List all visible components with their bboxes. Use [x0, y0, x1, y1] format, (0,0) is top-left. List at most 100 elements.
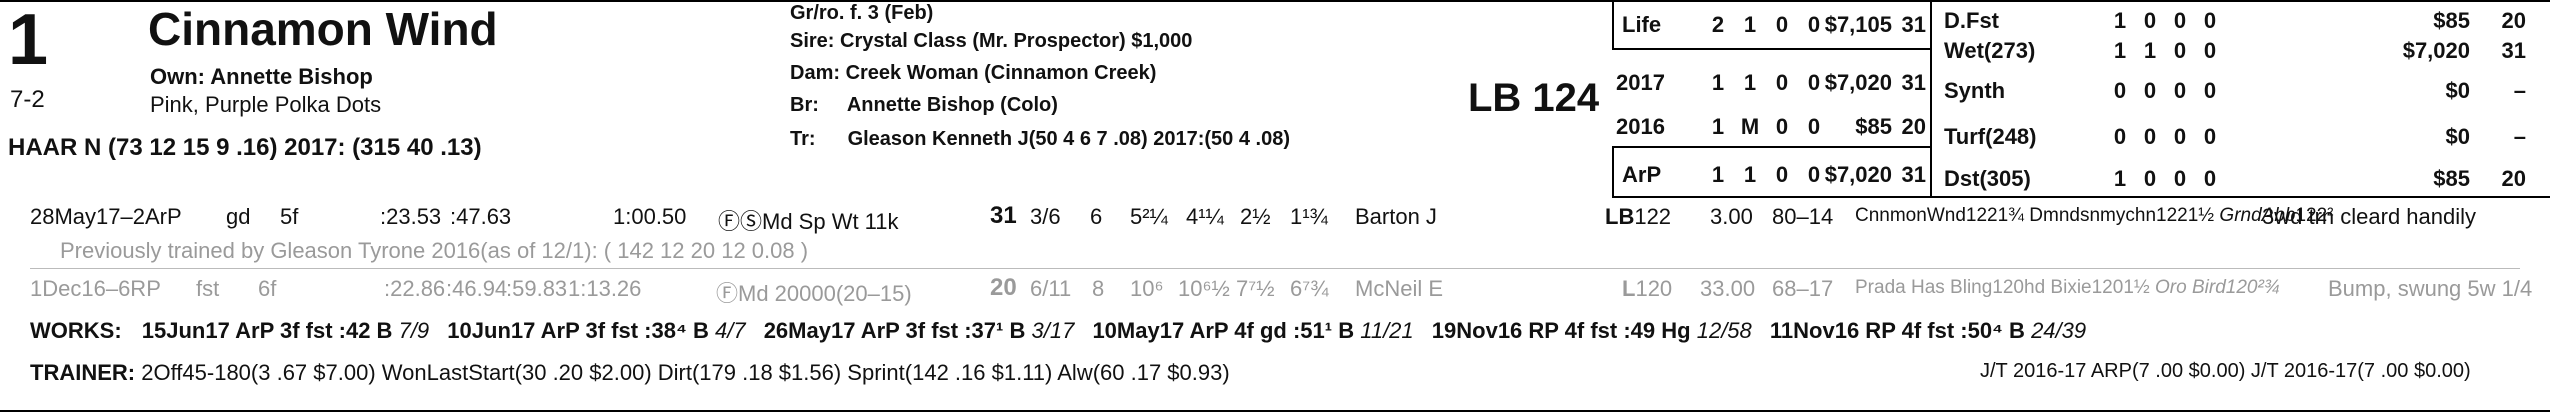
work-1: 15Jun17 ArP 3f fst :42 B [141, 318, 393, 343]
race1-comp-1-margin: 1¾ [1997, 205, 2025, 226]
rec-dst-shows: 0 [2203, 166, 2217, 191]
rec-2017-places: 0 [1775, 70, 1789, 95]
race1-distance: 5f [280, 204, 299, 229]
race1-fraction-1: :23.53 [380, 204, 442, 229]
trainer-stats-line: TRAINER: 2Off45-180(3 .67 $7.00) WonLast… [30, 360, 1230, 386]
works-line: WORKS: 15Jun17 ArP 3f fst :42 B 7/9 10Ju… [30, 318, 2086, 344]
rec-life-speed: 31 [1901, 12, 1926, 37]
trainer-label: Tr: [790, 128, 816, 150]
sire-label: Sire: [790, 30, 835, 52]
work-6-rank: 24/39 [2031, 318, 2087, 343]
rec-arp-places: 0 [1775, 162, 1789, 187]
race1-comp-1: CnnmonWnd122 [1855, 205, 1998, 226]
rec-life-earnings: $7,105 [1824, 12, 1892, 37]
work-3: 26May17 ArP 3f fst :37¹ B [763, 318, 1026, 343]
race2-comp-1-margin: hd [2024, 277, 2046, 298]
rec-arp-starts: 1 [1711, 162, 1725, 187]
trainer-line: Tr: Gleason Kenneth J(50 4 6 7 .08) 2017… [790, 128, 1290, 151]
record-apr-top [1612, 146, 1932, 148]
race1-call-2: 4¹¼ [1186, 204, 1224, 229]
work-5: 19Nov16 RP 4f fst :49 Hg [1431, 318, 1691, 343]
rec-dfst-speed: 20 [2501, 8, 2526, 33]
rec-2017-wins: 1 [1743, 70, 1757, 95]
rec-turf-shows: 0 [2203, 124, 2217, 149]
rec-2016-earnings: $85 [1855, 114, 1892, 139]
race2-start-position: 8 [1092, 276, 1105, 301]
race1-stretch: 2½ [1240, 204, 1271, 229]
race2-condition: fst [196, 276, 220, 301]
record-table-divider [1930, 0, 1932, 196]
race2-comp-2: Bixie120 [2050, 277, 2124, 298]
race2-comp-2-margin: 1½ [2123, 277, 2150, 298]
race2-comp-1: Prada Has Bling120 [1855, 277, 2024, 298]
rec-2016-places: 0 [1775, 114, 1789, 139]
horse-description: Gr/ro. f. 3 (Feb) [790, 2, 934, 24]
race1-post-field: 3/6 [1030, 204, 1061, 229]
dam-line: Dam: Creek Woman (Cinnamon Creek) [790, 62, 1156, 85]
race2-distance: 6f [258, 276, 277, 301]
work-2-rank: 4/7 [714, 318, 746, 343]
race2-comment: Bump, swung 5w 1/4 [2328, 276, 2533, 301]
rec-synth-starts: 0 [2113, 78, 2127, 103]
race2-fraction-1: :22.86 [384, 276, 446, 301]
jockey-line: HAAR N (73 12 15 9 .16) 2017: (315 40 .1… [8, 134, 482, 161]
race2-medication: L [1622, 276, 1636, 301]
rec-dfst-earnings: $85 [2433, 8, 2470, 33]
race2-post-field: 6/11 [1030, 276, 1072, 301]
rec-synth-wins: 0 [2143, 78, 2157, 103]
race2-comp-3: Oro Bird120²¾ [2155, 277, 2280, 298]
race1-start-position: 6 [1090, 204, 1103, 229]
work-4-rank: 11/21 [1360, 318, 1414, 343]
rec-dst-earnings: $85 [2433, 166, 2470, 191]
rec-wet-speed: 31 [2501, 38, 2526, 63]
rec-2017-starts: 1 [1711, 70, 1725, 95]
rec-synth-shows: 0 [2203, 78, 2217, 103]
race1-comment: 3wd trn cleard handily [2262, 204, 2477, 229]
rec-dst-speed: 20 [2501, 166, 2526, 191]
record-divider [1612, 48, 1932, 50]
rec-2016-speed: 20 [1901, 114, 1926, 139]
race1-race-type: ⒻⓈMd Sp Wt 11k [718, 209, 899, 234]
rec-2016-wins: M [1740, 114, 1760, 139]
dam-label: Dam: [790, 62, 841, 84]
race2-call-1: 10⁶ [1130, 276, 1164, 301]
race2-odds: 33.00 [1700, 276, 1756, 301]
work-6: 11Nov16 RP 4f fst :50⁴ B [1769, 318, 2025, 343]
trainer-stats-label: TRAINER: [30, 360, 136, 385]
breeder-line: Br: Annette Bishop (Colo) [790, 94, 1058, 117]
past-performance-row-2: 1Dec16–6RP fst 6f :22.86 :46.94 :59.83 1… [0, 272, 2550, 312]
work-3-rank: 3/17 [1031, 318, 1075, 343]
race1-date: 28May17–2ArP [30, 204, 182, 229]
race1-condition: gd [226, 204, 251, 229]
race1-weight: 122 [1634, 204, 1672, 229]
work-5-rank: 12/58 [1696, 318, 1752, 343]
race1-final-time: 1:00.50 [613, 204, 687, 229]
rec-turf-wins: 0 [2143, 124, 2157, 149]
jockey-trainer-stats: J/T 2016-17 ARP(7 .00 $0.00) J/T 2016-17… [1980, 360, 2471, 382]
rec-dfst-places: 0 [2173, 8, 2187, 33]
works-label: WORKS: [30, 318, 122, 343]
rec-dfst-starts: 1 [2113, 8, 2127, 33]
race1-medication: LB [1605, 204, 1635, 229]
race2-figures: 68–17 [1772, 276, 1834, 301]
rec-synth-speed: – [2513, 78, 2526, 103]
rec-synth-label: Synth [1944, 78, 2006, 103]
row-separator [30, 268, 2520, 269]
rec-arp-speed: 31 [1901, 162, 1926, 187]
dam: Creek Woman (Cinnamon Creek) [845, 62, 1157, 84]
rec-dst-wins: 0 [2143, 166, 2157, 191]
record-apr-left [1612, 146, 1614, 198]
silks: Pink, Purple Polka Dots [150, 92, 382, 117]
rec-turf-places: 0 [2173, 124, 2187, 149]
breeder-label: Br: [790, 94, 819, 116]
race2-jockey: McNeil E [1355, 276, 1444, 301]
race1-finish: 1¹¾ [1290, 204, 1328, 229]
rec-2017-earnings: $7,020 [1824, 70, 1892, 95]
rec-dfst-shows: 0 [2203, 8, 2217, 33]
race2-final-time: 1:13.26 [568, 276, 642, 301]
race2-date: 1Dec16–6RP [30, 276, 161, 301]
rec-arp-earnings: $7,020 [1824, 162, 1892, 187]
horse-name: Cinnamon Wind [148, 3, 498, 55]
rec-synth-earnings: $0 [2445, 78, 2470, 103]
rec-life-starts: 2 [1711, 12, 1725, 37]
